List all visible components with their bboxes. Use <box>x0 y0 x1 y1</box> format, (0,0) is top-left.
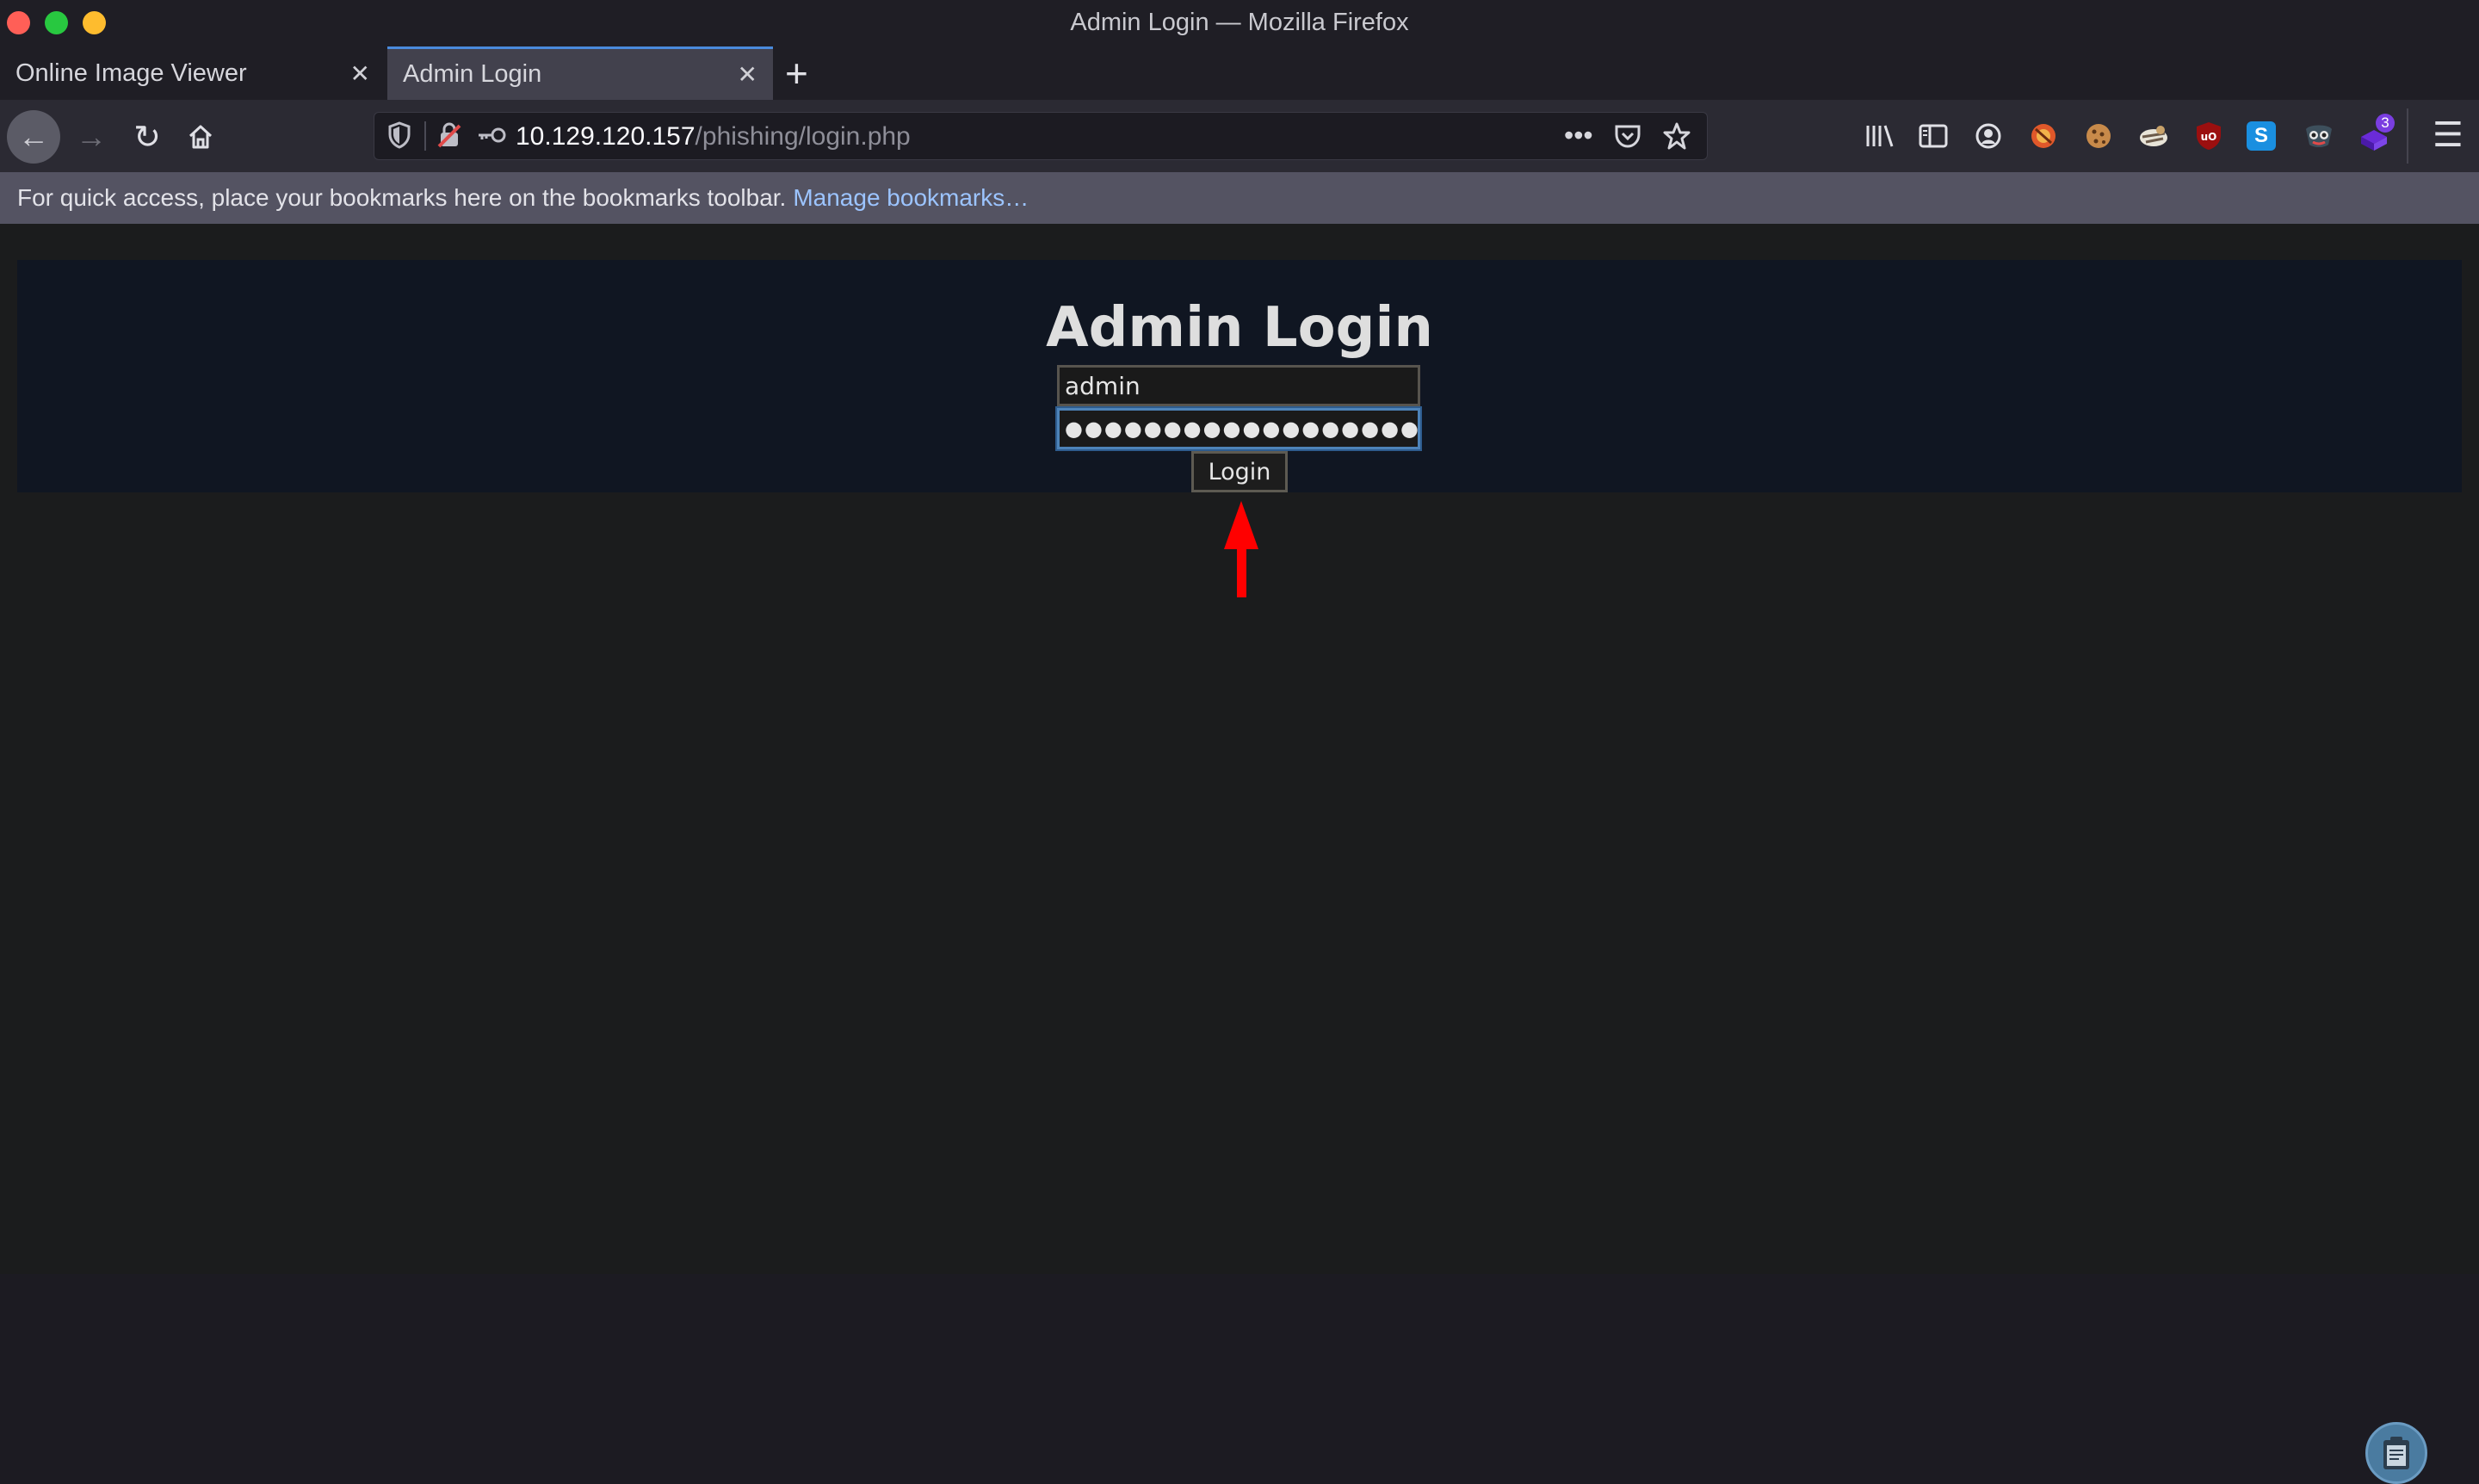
tab-close-icon[interactable]: ✕ <box>738 60 757 89</box>
password-field[interactable]: ●●●●●●●●●●●●●●●●●● <box>1055 406 1422 451</box>
toolbar-divider <box>2407 108 2408 164</box>
clipboard-floating-button[interactable] <box>2365 1422 2427 1484</box>
extension-s-icon[interactable]: S <box>2247 121 2276 151</box>
manage-bookmarks-link[interactable]: Manage bookmarks… <box>793 184 1029 212</box>
bookmarks-toolbar: For quick access, place your bookmarks h… <box>0 172 2479 224</box>
reload-button[interactable]: ↻ <box>127 110 167 164</box>
tab-admin-login[interactable]: Admin Login ✕ <box>387 46 773 100</box>
account-icon[interactable] <box>1971 119 2006 153</box>
tab-online-image-viewer[interactable]: Online Image Viewer ✕ <box>0 46 386 100</box>
library-icon[interactable] <box>1863 119 1897 153</box>
extension-s-label: S <box>2253 124 2268 147</box>
key-icon[interactable] <box>476 121 507 149</box>
pocket-icon[interactable] <box>1614 122 1641 151</box>
tab-close-icon[interactable]: ✕ <box>350 59 370 88</box>
insecure-lock-icon[interactable] <box>436 121 462 149</box>
extension-foxyproxy-icon[interactable] <box>2302 119 2336 153</box>
tab-strip: Online Image Viewer ✕ Admin Login ✕ + <box>0 46 2479 100</box>
forward-button[interactable]: → <box>74 110 108 164</box>
tab-label: Online Image Viewer <box>15 59 247 87</box>
bookmark-star-icon[interactable] <box>1662 121 1691 151</box>
home-icon <box>189 125 213 149</box>
hamburger-menu-icon[interactable]: ☰ <box>2433 115 2464 155</box>
back-button[interactable]: ← <box>7 110 60 164</box>
url-text[interactable]: 10.129.120.157/phishing/login.php <box>516 122 911 151</box>
tab-label: Admin Login <box>403 60 542 88</box>
bookmarks-empty-message: For quick access, place your bookmarks h… <box>17 184 787 211</box>
extension-wappalyzer-icon[interactable] <box>2026 119 2061 153</box>
tracking-shield-icon[interactable] <box>388 121 411 149</box>
extension-hacktools-icon[interactable] <box>2136 119 2171 153</box>
page-title: Admin Login <box>1046 296 1433 360</box>
home-button[interactable] <box>181 110 220 164</box>
login-button[interactable]: Login <box>1191 451 1288 492</box>
red-arrow-annotation <box>1224 501 1258 597</box>
url-path: /phishing/login.php <box>695 122 911 151</box>
extension-ublock-icon[interactable]: uO <box>2192 119 2226 153</box>
arrow-right-icon: → <box>76 119 107 154</box>
new-tab-button[interactable]: + <box>785 50 808 96</box>
url-bar[interactable]: 10.129.120.157/phishing/login.php ••• <box>374 112 1708 160</box>
page-viewport: Admin Login admin ●●●●●●●●●●●●●●●●●● Log… <box>0 224 2479 1484</box>
extension-cookie-icon[interactable] <box>2081 119 2116 153</box>
page-actions-more-icon[interactable]: ••• <box>1564 120 1593 151</box>
extension-badge-count: 3 <box>2376 114 2395 133</box>
window-titlebar: Admin Login — Mozilla Firefox <box>0 0 2479 46</box>
username-field[interactable]: admin <box>1057 365 1420 406</box>
clipboard-icon <box>2383 1437 2409 1469</box>
svg-text:uO: uO <box>2201 131 2217 143</box>
url-separator <box>424 121 426 151</box>
arrow-left-icon: ← <box>18 119 49 154</box>
window-title: Admin Login — Mozilla Firefox <box>1070 9 1409 36</box>
url-host: 10.129.120.157 <box>516 122 695 151</box>
sidebar-icon[interactable] <box>1916 119 1950 153</box>
extension-stack-icon[interactable]: 3 <box>2357 114 2395 153</box>
reload-icon: ↻ <box>133 119 161 156</box>
